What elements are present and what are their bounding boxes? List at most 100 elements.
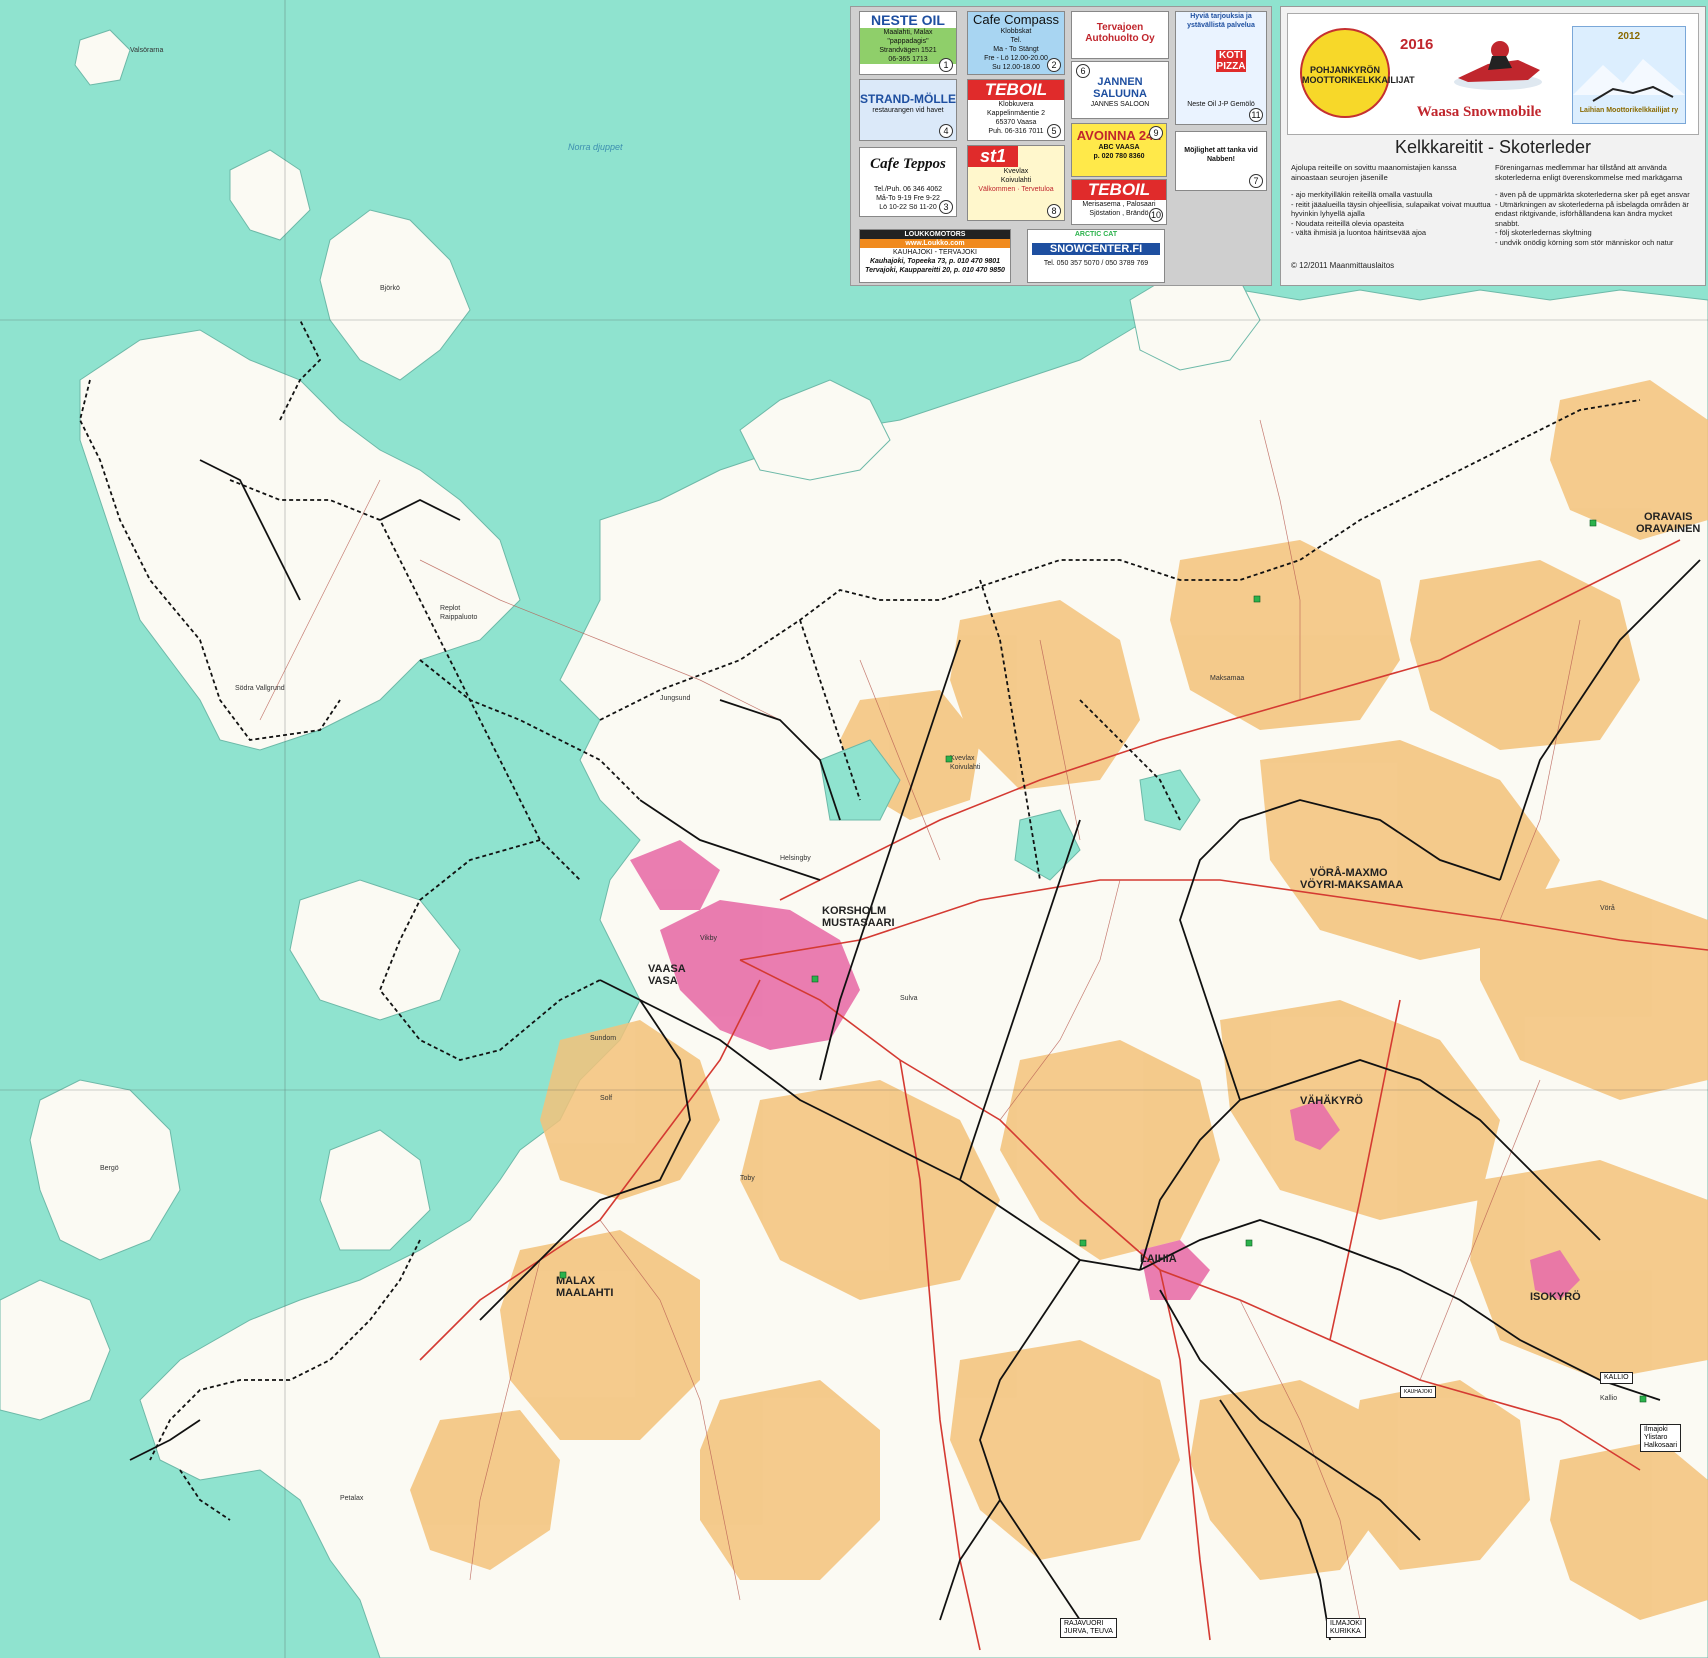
ad-brand: SNOWCENTER.FI (1032, 243, 1160, 255)
ad-snowcenter[interactable]: ARCTIC CAT SNOWCENTER.FI Tel. 050 357 50… (1027, 229, 1165, 283)
ad-line: Kauhajoki, Topeeka 73, p. 010 470 9801 (869, 258, 1001, 265)
exit-line: KURIKKA (1330, 1628, 1361, 1635)
rule-text: - även på de uppmärkta skoterlederna ske… (1495, 190, 1690, 199)
year-left: 2016 (1400, 36, 1434, 53)
place-sundom: Sundom (590, 1035, 616, 1042)
town-vora-maxmo: VÖRÅ-MAXMO (1310, 866, 1388, 879)
club-right-name: Laihian Moottorikelkkailijat ry (1579, 107, 1679, 114)
waasa-snowmobile-title: Waasa Snowmobile (1416, 104, 1542, 120)
ad-brand: Möjlighet att tanka vid Nabben! (1184, 147, 1258, 163)
town-oravais: ORAVAIS (1644, 511, 1693, 523)
rule-text: Föreningarnas medlemmar har tillstånd at… (1495, 163, 1683, 182)
ad-koti-pizza[interactable]: Hyviä tarjouksia ja ystävällistä palvelu… (1175, 11, 1267, 125)
town-voyri-maksamaa: VÖYRI-MAKSAMAA (1300, 878, 1403, 891)
town-korsholm: KORSHOLM (822, 905, 886, 917)
ad-abc-vaasa[interactable]: AVOINNA 24h ABC VAASA p. 020 780 8360 9 (1071, 123, 1167, 177)
place-kallio: Kallio (1600, 1395, 1617, 1402)
ad-line: Tel. (1010, 37, 1022, 44)
ad-line: Strandvägen 1521 (860, 46, 956, 55)
place-valsorarna: Valsörarna (130, 47, 163, 54)
rule-text: - undvik onödig körning som stör människ… (1495, 237, 1674, 247)
place-jungsund: Jungsund (660, 695, 690, 702)
ad-brand: NESTE OIL (860, 12, 956, 28)
ad-number: 1 (939, 58, 953, 72)
place-sodra-vallgrund: Södra Vallgrund (235, 685, 285, 692)
place-sulva: Sulva (900, 995, 918, 1002)
exit-jurva[interactable]: RAJAVUORI JURVA, TEUVA (1060, 1618, 1117, 1638)
snowy-landscape-icon (1573, 59, 1685, 102)
ad-line: ARCTIC CAT (1074, 231, 1118, 238)
exit-kauhajoki[interactable]: KAUHAJOKI (1400, 1386, 1437, 1398)
ad-line: Tervajoki, Kauppareitti 20, p. 010 470 9… (865, 267, 1005, 274)
finnish-rules: Ajolupa reiteille on sovittu maanomistaj… (1291, 163, 1491, 238)
ad-line: "pappadagis" (860, 37, 956, 46)
place-bergo: Bergö (100, 1165, 119, 1172)
ad-line: ABC VAASA (1098, 144, 1140, 151)
ad-number: 6 (1076, 64, 1090, 78)
ad-number: 3 (939, 200, 953, 214)
ad-brand: st1 (968, 146, 1018, 167)
town-maalahti: MAALAHTI (556, 1287, 613, 1299)
town-mustasaari: MUSTASAARI (822, 917, 895, 929)
town-laihia: LAIHIA (1140, 1253, 1177, 1265)
place-toby: Toby (740, 1175, 755, 1182)
ad-line: Välkommen · Tervetuloa (978, 186, 1054, 193)
ad-number: 11 (1249, 108, 1263, 122)
ad-strand-molle[interactable]: STRAND-MÖLLE restaurangen vid havet 4 (859, 79, 957, 141)
ad-line: Kvevlax (1003, 168, 1029, 175)
ad-brand: Cafe Teppos (870, 156, 946, 172)
town-vahakyro: VÄHÄKYRÖ (1300, 1094, 1363, 1107)
town-isokyro: ISOKYRÖ (1530, 1290, 1581, 1303)
rule-text: - vältä ihmisiä ja luontoa häiritsevää a… (1291, 228, 1427, 237)
rule-text: - ajo merkityilläkin reiteillä omalla va… (1291, 190, 1433, 199)
place-maksamaa: Maksamaa (1210, 675, 1244, 682)
club-left-name: POHJANKYRÖN MOOTTORIKELKKAILIJAT (1302, 65, 1415, 85)
place-norra-djuppet: Norra djuppet (568, 142, 623, 152)
ad-number: 7 (1249, 174, 1263, 188)
place-solf: Solf (600, 1095, 612, 1102)
ad-loukkomotors[interactable]: LOUKKOMOTORS www.Loukko.com KAUHAJOKI - … (859, 229, 1011, 283)
place-raippaluoto: Raippaluoto (440, 614, 477, 621)
ad-nabben[interactable]: Möjlighet att tanka vid Nabben! 7 (1175, 131, 1267, 191)
exit-line: Halkosaari (1644, 1442, 1678, 1449)
rule-text: Ajolupa reiteille on sovittu maanomistaj… (1291, 163, 1457, 182)
town-vaasa: VAASA (648, 963, 686, 975)
ad-neste-oil[interactable]: NESTE OIL Maalahti, Malax "pappadagis" S… (859, 11, 957, 75)
ad-line: KOTI PIZZA (1216, 50, 1246, 72)
town-oravainen: ORAVAINEN (1636, 523, 1700, 535)
town-vasa: VASA (648, 975, 678, 987)
advertisers-panel: NESTE OIL Maalahti, Malax "pappadagis" S… (850, 6, 1272, 286)
place-replot: Replot (440, 605, 460, 612)
ad-number: 9 (1149, 126, 1163, 140)
ad-cafe-teppos[interactable]: Cafe Teppos Tel./Puh. 06 346 4062 Må-To … (859, 147, 957, 217)
ad-line: Koivulahti (1000, 177, 1032, 184)
ad-line: Kappelinmäentie 2 (987, 110, 1045, 117)
ad-number: 2 (1047, 58, 1061, 72)
ad-line: Klobbskat (1000, 28, 1032, 35)
ad-number: 4 (939, 124, 953, 138)
club-banner: POHJANKYRÖN MOOTTORIKELKKAILIJAT 2016 Wa… (1287, 13, 1699, 135)
exit-ilmajoki[interactable]: Ilmajoki Ylistaro Halkosaari (1640, 1424, 1682, 1452)
exit-line: JURVA, TEUVA (1064, 1628, 1113, 1635)
ad-line: Merisasema , Palosaari (1082, 201, 1156, 208)
ad-jannen-saluuna[interactable]: JANNEN SALUUNA JANNES SALOON 6 (1071, 61, 1169, 119)
copyright: © 12/2011 Maanmittauslaitos (1291, 261, 1395, 270)
rule-text: - Noudata reiteillä olevia opasteita (1291, 218, 1404, 228)
ad-cafe-compass[interactable]: Cafe Compass Klobbskat Tel. Ma - To Stän… (967, 11, 1065, 75)
exit-kallio[interactable]: KALLIO (1600, 1372, 1633, 1384)
pohjankyron-logo: POHJANKYRÖN MOOTTORIKELKKAILIJAT (1300, 28, 1415, 118)
ad-number: 8 (1047, 204, 1061, 218)
ad-line: Ma - To Stängt (993, 46, 1039, 53)
ad-tervajoen-autohuolto[interactable]: Tervajoen Autohuolto Oy (1071, 11, 1169, 59)
ad-teboil-1[interactable]: TEBOIL Klobkuvera Kappelinmäentie 2 6537… (967, 79, 1065, 141)
exit-seinajoki[interactable]: ILMAJOKI KURIKKA (1326, 1618, 1366, 1638)
swedish-rules: Föreningarnas medlemmar har tillstånd at… (1495, 163, 1695, 247)
ad-line: Klobkuvera (998, 101, 1034, 108)
ad-brand: Tervajoen Autohuolto Oy (1085, 22, 1155, 44)
ad-teboil-2[interactable]: TEBOIL Merisasema , Palosaari Sjöstation… (1071, 179, 1167, 225)
rule-text: - följ skoterledernas skyltning (1495, 228, 1592, 237)
ad-st1[interactable]: st1 Kvevlax Koivulahti Välkommen · Terve… (967, 145, 1065, 221)
exit-line: KALLIO (1604, 1374, 1629, 1381)
snowmobile-rider-icon (1454, 41, 1542, 90)
ad-line: JANNES SALOON (1090, 101, 1150, 108)
